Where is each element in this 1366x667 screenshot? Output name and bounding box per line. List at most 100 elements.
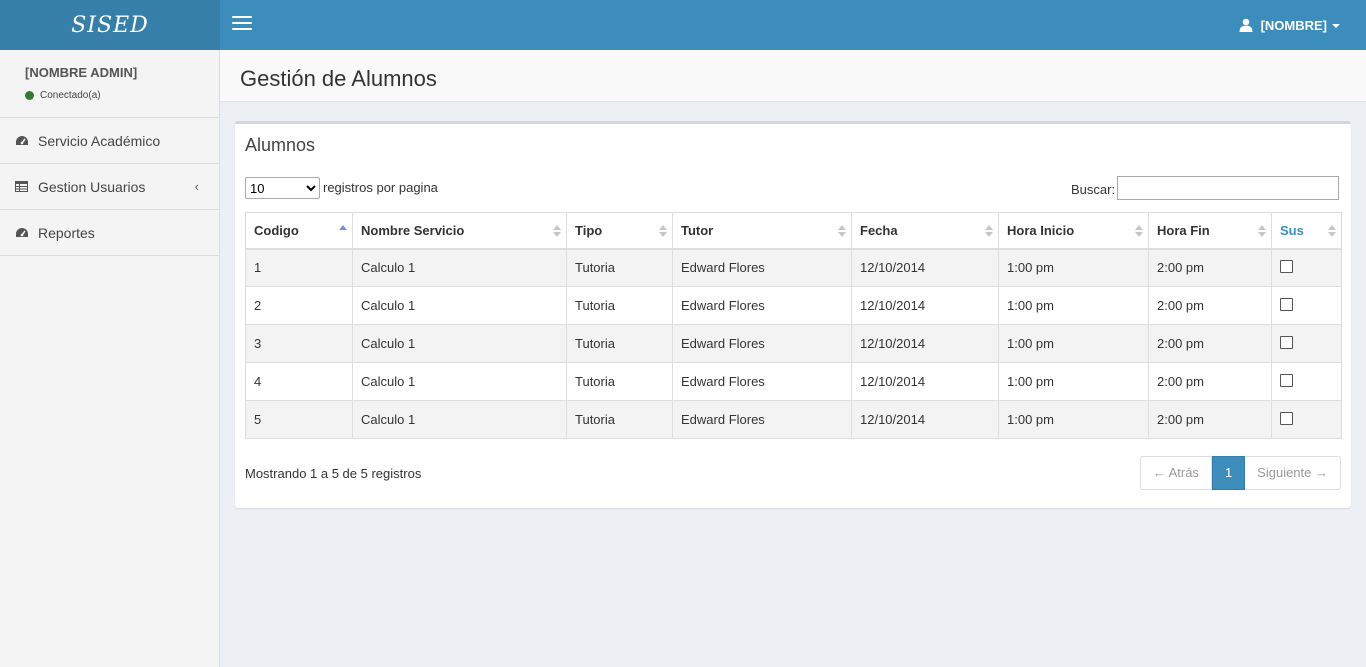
sort-both-icon [1258, 225, 1266, 237]
sort-both-icon [1135, 225, 1143, 237]
sidebar-toggle-icon[interactable] [232, 16, 252, 32]
cell-sus [1271, 286, 1342, 325]
chevron-left-icon: ‹ [194, 179, 199, 194]
cell-codigo: 3 [245, 324, 353, 363]
column-header-fecha[interactable]: Fecha [851, 212, 999, 250]
status-label: Conectado(a) [40, 90, 101, 101]
user-menu[interactable]: [NOMBRE] [1239, 0, 1340, 50]
cell-hora-fin: 2:00 pm [1148, 248, 1272, 287]
cell-sus [1271, 400, 1342, 439]
sidebar-item-label: Servicio Académico [38, 132, 161, 149]
cell-nombre-servicio: Calculo 1 [352, 248, 567, 287]
page-1-button[interactable]: 1 [1211, 456, 1246, 490]
sort-both-icon [553, 225, 561, 237]
sort-both-icon [659, 225, 667, 237]
user-panel: [NOMBRE ADMIN] Conectado(a) [0, 50, 219, 118]
cell-fecha: 12/10/2014 [851, 286, 999, 325]
cell-tutor: Edward Flores [672, 362, 852, 401]
cell-nombre-servicio: Calculo 1 [352, 286, 567, 325]
admin-name: [NOMBRE ADMIN] [25, 65, 138, 80]
column-header-hora-fin[interactable]: Hora Fin [1148, 212, 1272, 250]
cell-hora-fin: 2:00 pm [1148, 324, 1272, 363]
cell-hora-inicio: 1:00 pm [998, 362, 1149, 401]
sus-checkbox[interactable] [1280, 335, 1293, 349]
sort-both-icon [838, 225, 846, 237]
table-row: 1 Calculo 1 Tutoria Edward Flores 12/10/… [245, 248, 1342, 287]
cell-tutor: Edward Flores [672, 286, 852, 325]
page-length-select[interactable]: 10 [245, 177, 320, 199]
caret-down-icon [1332, 24, 1340, 28]
students-table: Codigo Nombre Servicio Tipo Tutor Fecha [245, 212, 1342, 439]
prev-page-button[interactable]: ← Atrás [1139, 456, 1212, 490]
pagination: ← Atrás 1 Siguiente → [1139, 456, 1341, 490]
sus-checkbox[interactable] [1280, 373, 1293, 387]
cell-hora-inicio: 1:00 pm [998, 400, 1149, 439]
sidebar-item-gestion-usuarios[interactable]: Gestion Usuarios ‹ [0, 164, 219, 210]
user-icon [1239, 18, 1253, 32]
column-header-nombre-servicio[interactable]: Nombre Servicio [352, 212, 567, 250]
content-header: Gestión de Alumnos [220, 50, 1366, 102]
sus-checkbox[interactable] [1280, 259, 1293, 273]
table-row: 5 Calculo 1 Tutoria Edward Flores 12/10/… [245, 400, 1342, 439]
cell-codigo: 5 [245, 400, 353, 439]
cell-fecha: 12/10/2014 [851, 400, 999, 439]
cell-sus [1271, 362, 1342, 401]
column-header-tutor[interactable]: Tutor [672, 212, 852, 250]
search-input[interactable] [1117, 176, 1339, 200]
cell-hora-fin: 2:00 pm [1148, 286, 1272, 325]
cell-hora-fin: 2:00 pm [1148, 362, 1272, 401]
column-header-tipo[interactable]: Tipo [566, 212, 673, 250]
dashboard-icon [15, 135, 29, 147]
table-icon [15, 181, 29, 192]
next-page-button[interactable]: Siguiente → [1245, 456, 1341, 490]
cell-fecha: 12/10/2014 [851, 362, 999, 401]
cell-hora-inicio: 1:00 pm [998, 324, 1149, 363]
cell-tutor: Edward Flores [672, 400, 852, 439]
online-status-icon [25, 91, 34, 100]
cell-sus [1271, 248, 1342, 287]
cell-tipo: Tutoria [566, 248, 673, 287]
table-row: 4 Calculo 1 Tutoria Edward Flores 12/10/… [245, 362, 1342, 401]
search-label: Buscar: [1071, 182, 1116, 197]
column-header-codigo[interactable]: Codigo [245, 212, 353, 250]
sidebar-item-servicio-academico[interactable]: Servicio Académico [0, 118, 219, 164]
box-title: Alumnos [245, 135, 316, 155]
sort-asc-icon [339, 225, 347, 230]
column-header-sus[interactable]: Sus [1271, 212, 1342, 250]
cell-tutor: Edward Flores [672, 248, 852, 287]
user-menu-label: [NOMBRE] [1260, 17, 1327, 33]
sidebar-item-label: Reportes [38, 224, 95, 241]
cell-hora-inicio: 1:00 pm [998, 286, 1149, 325]
cell-tutor: Edward Flores [672, 324, 852, 363]
table-info: Mostrando 1 a 5 de 5 registros [245, 466, 422, 481]
cell-codigo: 4 [245, 362, 353, 401]
sidebar-item-reportes[interactable]: Reportes [0, 210, 219, 256]
page-length-label: registros por pagina [323, 180, 438, 195]
cell-nombre-servicio: Calculo 1 [352, 400, 567, 439]
cell-tipo: Tutoria [566, 324, 673, 363]
sus-checkbox[interactable] [1280, 411, 1293, 425]
cell-codigo: 2 [245, 286, 353, 325]
app-logo[interactable]: SISED [0, 0, 220, 50]
sidebar: [NOMBRE ADMIN] Conectado(a) Servicio Aca… [0, 50, 220, 667]
students-box: Alumnos 10 registros por pagina Buscar: … [235, 121, 1351, 508]
cell-tipo: Tutoria [566, 286, 673, 325]
page-title: Gestión de Alumnos [240, 66, 437, 91]
cell-fecha: 12/10/2014 [851, 248, 999, 287]
cell-nombre-servicio: Calculo 1 [352, 324, 567, 363]
cell-tipo: Tutoria [566, 362, 673, 401]
table-row: 2 Calculo 1 Tutoria Edward Flores 12/10/… [245, 286, 1342, 325]
column-header-hora-inicio[interactable]: Hora Inicio [998, 212, 1149, 250]
cell-hora-inicio: 1:00 pm [998, 248, 1149, 287]
table-header-row: Codigo Nombre Servicio Tipo Tutor Fecha [245, 212, 1342, 250]
user-status: Conectado(a) [25, 90, 101, 101]
sidebar-item-label: Gestion Usuarios [38, 178, 146, 195]
table-row: 3 Calculo 1 Tutoria Edward Flores 12/10/… [245, 324, 1342, 363]
cell-codigo: 1 [245, 248, 353, 287]
cell-hora-fin: 2:00 pm [1148, 400, 1272, 439]
cell-fecha: 12/10/2014 [851, 324, 999, 363]
cell-sus [1271, 324, 1342, 363]
sort-both-icon [985, 225, 993, 237]
cell-tipo: Tutoria [566, 400, 673, 439]
sus-checkbox[interactable] [1280, 297, 1293, 311]
